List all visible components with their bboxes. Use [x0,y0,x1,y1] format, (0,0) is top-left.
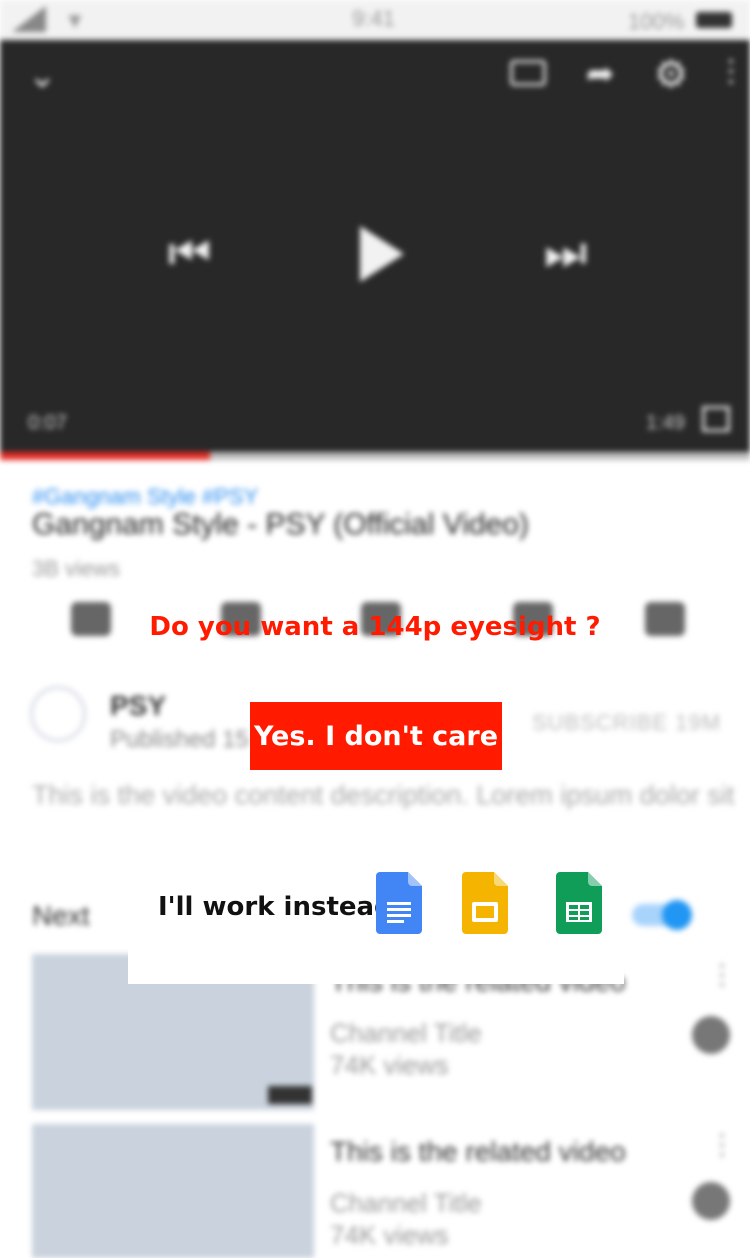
autoplay-toggle[interactable] [632,900,692,930]
view-count: 3B views [32,556,121,581]
status-time: 9:41 [352,6,395,31]
related-channel: Channel Title [330,1018,482,1048]
channel-avatar-icon [692,1016,730,1054]
battery-percent: 100% [628,9,685,34]
progress-fill [0,452,210,460]
avatar[interactable] [30,686,86,742]
share-icon[interactable]: ➦ [586,54,615,94]
related-video[interactable]: This is the related video Channel Title … [32,1124,736,1258]
more-vert-icon[interactable]: ⋮ [716,54,746,89]
toggle-knob [662,900,692,930]
related-title[interactable]: This is the related video [330,1136,626,1168]
hashtags[interactable]: #Gangnam Style #PSY [32,484,258,510]
google-slides-icon[interactable] [462,872,508,934]
google-docs-icon[interactable] [376,872,422,934]
skip-next-icon[interactable]: ⏭ [544,226,587,282]
gear-icon[interactable]: ⚙ [654,52,688,97]
google-sheets-icon[interactable] [556,872,602,934]
wifi-icon: ▼ [64,8,86,33]
video-description: This is the video content description. L… [32,780,735,810]
duration-badge [268,1086,312,1104]
progress-bar[interactable] [0,452,750,460]
related-channel: Channel Title [330,1188,482,1218]
fullscreen-icon[interactable] [702,406,730,432]
overlay-question: Do you want a 144p eyesight ? [149,612,601,642]
status-bar: ▼ 9:41 100% [0,0,750,40]
related-views: 74K views [330,1220,449,1250]
channel-name[interactable]: PSY [110,690,166,722]
current-time: 0:07 [28,412,67,434]
video-title: Gangnam Style - PSY (Official Video) [32,508,529,541]
signal-icon [12,6,46,32]
chevron-down-icon[interactable]: ⌄ [28,56,57,96]
work-instead-panel: I'll work instead! [128,832,624,984]
more-vert-icon[interactable]: ⋮ [708,958,736,991]
captions-icon[interactable] [510,60,546,86]
subscribe-button[interactable]: SUBSCRIBE 19M [532,710,721,736]
up-next-label: Next [32,900,90,931]
channel-avatar-icon [692,1182,730,1220]
skip-previous-icon[interactable]: ⏮ [168,226,211,282]
work-instead-label: I'll work instead! [158,892,405,922]
more-vert-icon[interactable]: ⋮ [708,1128,736,1161]
video-thumbnail[interactable] [32,1124,314,1258]
video-player[interactable]: ⌄ ➦ ⚙ ⋮ ⏮ ⏭ 0:07 1:49 [0,40,750,460]
related-views: 74K views [330,1050,449,1080]
play-icon[interactable] [360,226,404,282]
battery-icon [696,12,732,28]
duration: 1:49 [646,412,685,434]
yes-button[interactable]: Yes. I don't care [250,702,502,770]
